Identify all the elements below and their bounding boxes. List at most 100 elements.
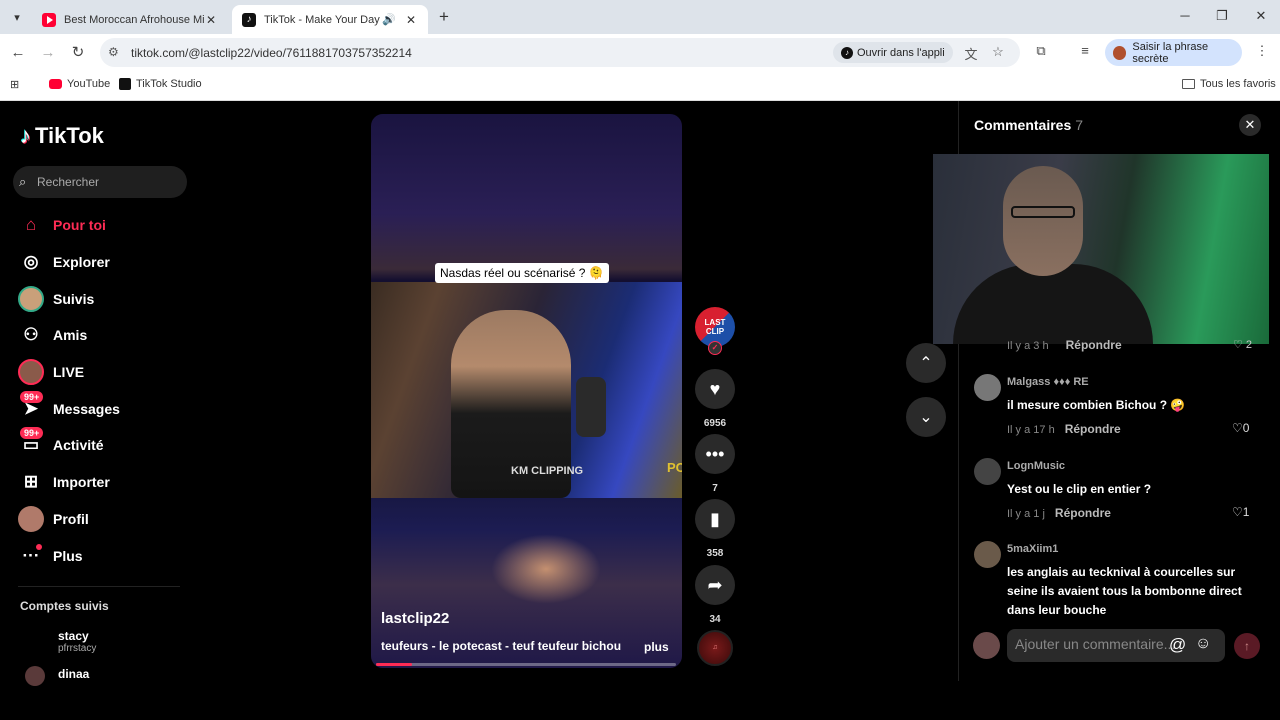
sidebar-item-messages[interactable]: ➤ 99+ Messages [18, 390, 188, 427]
sidebar-item-for-you[interactable]: ⌂ Pour toi [18, 207, 188, 244]
minimize-icon[interactable]: ─ [1175, 8, 1195, 23]
previous-video-button[interactable]: ⌃ [906, 343, 946, 383]
star-icon[interactable]: ☆ [989, 44, 1007, 60]
bookmark-youtube[interactable]: YouTube [49, 78, 110, 90]
comments-panel: Commentaires 7 ✕ Il y a 3 h Répondre ♡ 2 … [933, 101, 1280, 681]
sidebar-item-following[interactable]: Suivis [18, 280, 188, 317]
search-input[interactable] [37, 175, 177, 189]
bookmark-label: YouTube [67, 78, 111, 90]
next-video-button[interactable]: ⌄ [906, 397, 946, 437]
music-disc-icon[interactable]: ♫ [697, 630, 733, 666]
open-in-app-label: Ouvrir dans l'appli [857, 46, 945, 59]
address-bar[interactable]: ⚙ tiktok.com/@lastclip22/video/761188170… [100, 38, 1020, 67]
sidebar-item-live[interactable]: LIVE [18, 354, 188, 391]
comment-text: il mesure combien Bichou ? 🤪 [1007, 398, 1186, 412]
comment-user[interactable]: Malgass ♦♦♦ RE [1007, 376, 1089, 388]
save-count: 358 [706, 548, 724, 559]
sidebar-item-label: Explorer [53, 254, 110, 271]
translate-icon[interactable]: 文 [962, 44, 980, 63]
browser-tab-tiktok[interactable]: ♪ TikTok - Make Your Day 🔊 ✕ [232, 5, 428, 34]
more-icon: ··· [18, 543, 44, 569]
comment-like-button[interactable]: ♡ 2 [1233, 338, 1252, 351]
send-button[interactable]: ↑ [1234, 633, 1260, 659]
comment-user[interactable]: LognMusic [1007, 460, 1065, 472]
avatar[interactable] [974, 374, 1001, 401]
followed-account-item[interactable]: stacy pfrrstacy [20, 629, 180, 659]
video-progress-bar[interactable] [376, 663, 676, 666]
creator-avatar[interactable]: LAST CLIP ✓ [695, 307, 735, 355]
close-comments-button[interactable]: ✕ [1239, 114, 1261, 136]
forward-arrow-icon[interactable]: → [38, 43, 58, 63]
tab-search-icon[interactable]: ▾ [6, 6, 28, 28]
share-button[interactable]: ➦ 34 [695, 565, 735, 625]
sidebar-item-friends[interactable]: ⚇ Amis [18, 317, 188, 354]
logo-text: TikTok [35, 123, 104, 148]
sidebar-item-label: Importer [53, 474, 110, 491]
follow-check-icon[interactable]: ✓ [708, 341, 722, 355]
sidebar-item-upload[interactable]: ⊞ Importer [18, 464, 188, 501]
comment-time: Il y a 3 h [1007, 340, 1049, 352]
reply-button[interactable]: Répondre [1055, 506, 1111, 520]
save-button[interactable]: ▮ 358 [695, 499, 735, 559]
close-tab-icon[interactable]: ✕ [404, 13, 418, 27]
video-player[interactable]: KM CLIPPING PO Nasdas réel ou scénarisé … [371, 114, 682, 668]
bookmark-label: TikTok Studio [136, 78, 202, 90]
open-in-app-button[interactable]: ♪ Ouvrir dans l'appli [833, 42, 953, 63]
search-box[interactable]: ⌕ [13, 166, 187, 198]
avatar[interactable] [974, 458, 1001, 485]
back-arrow-icon[interactable]: ← [8, 43, 28, 63]
comment-item: LognMusic Yest ou le clip en entier ? Il… [974, 458, 1269, 528]
sidebar-item-label: LIVE [53, 364, 85, 381]
mention-icon[interactable]: @ [1169, 635, 1186, 655]
followed-account-item[interactable]: dinaa [20, 666, 180, 687]
sidebar-item-label: Plus [53, 547, 83, 564]
passphrase-button[interactable]: Saisir la phrase secrète [1105, 39, 1242, 66]
url-text[interactable]: tiktok.com/@lastclip22/video/76118817037… [131, 46, 412, 60]
profile-icon [18, 505, 44, 532]
comment-like-button[interactable]: ♡1 [1232, 505, 1249, 519]
new-tab-button[interactable]: + [434, 7, 454, 27]
reload-icon[interactable]: ↻ [68, 43, 88, 63]
sidebar-item-more[interactable]: ··· Plus [18, 537, 188, 574]
video-author[interactable]: lastclip22 [381, 610, 449, 627]
comment-like-button[interactable]: ♡0 [1232, 421, 1249, 435]
webcam-person-head [1003, 166, 1083, 276]
sidebar-item-activity[interactable]: ▭ 99+ Activité [18, 427, 188, 464]
tiktok-icon [119, 78, 131, 90]
browser-tab-youtube[interactable]: Best Moroccan Afrohouse Mix ✕ [32, 5, 228, 34]
reply-button[interactable]: Répondre [1065, 422, 1121, 436]
sidebar-item-profile[interactable]: Profil [18, 501, 188, 538]
kebab-menu-icon[interactable]: ⋮ [1252, 43, 1272, 59]
comments-count: 7 [1075, 117, 1084, 133]
emoji-icon[interactable]: ☺ [1195, 635, 1211, 653]
close-tab-icon[interactable]: ✕ [204, 13, 218, 27]
sidebar-item-explore[interactable]: ◎ Explorer [18, 244, 188, 281]
reply-button[interactable]: Répondre [1066, 338, 1122, 352]
comment-input-box[interactable]: @ ☺ [1007, 629, 1225, 662]
close-window-icon[interactable]: ✕ [1251, 8, 1271, 24]
site-info-icon[interactable]: ⚙ [108, 45, 122, 59]
comment-button[interactable]: ••• 7 [695, 434, 735, 494]
apps-grid-icon[interactable]: ⊞ [10, 78, 19, 91]
upload-icon: ⊞ [23, 472, 39, 492]
bookmark-tiktok-studio[interactable]: TikTok Studio [119, 78, 202, 90]
microphone [576, 377, 606, 437]
all-favorites[interactable]: Tous les favoris [1182, 78, 1276, 90]
avatar-icon [18, 285, 44, 312]
comment-user[interactable]: 5maXiim1 [1007, 543, 1058, 555]
comment-meta: Il y a 17 h Répondre [1007, 422, 1121, 436]
media-control-icon[interactable]: ≡ [1075, 43, 1095, 58]
tiktok-icon: ♪ [242, 12, 256, 27]
sidebar-item-label: Activité [53, 437, 104, 454]
extensions-icon[interactable]: ⧉ [1031, 43, 1051, 59]
more-button[interactable]: plus [644, 640, 669, 654]
speaker-icon[interactable]: 🔊 [382, 13, 396, 26]
tiktok-logo[interactable]: ♪ TikTok [20, 123, 104, 149]
avatar[interactable] [974, 541, 1001, 568]
restore-icon[interactable]: ❐ [1212, 8, 1232, 24]
passphrase-label: Saisir la phrase secrète [1132, 40, 1209, 65]
bookmark-icon: ▮ [695, 499, 735, 539]
comment-input[interactable] [1015, 636, 1175, 652]
like-button[interactable]: ♥ 6956 [695, 369, 735, 429]
creator-avatar-text: LAST CLIP [704, 318, 726, 336]
